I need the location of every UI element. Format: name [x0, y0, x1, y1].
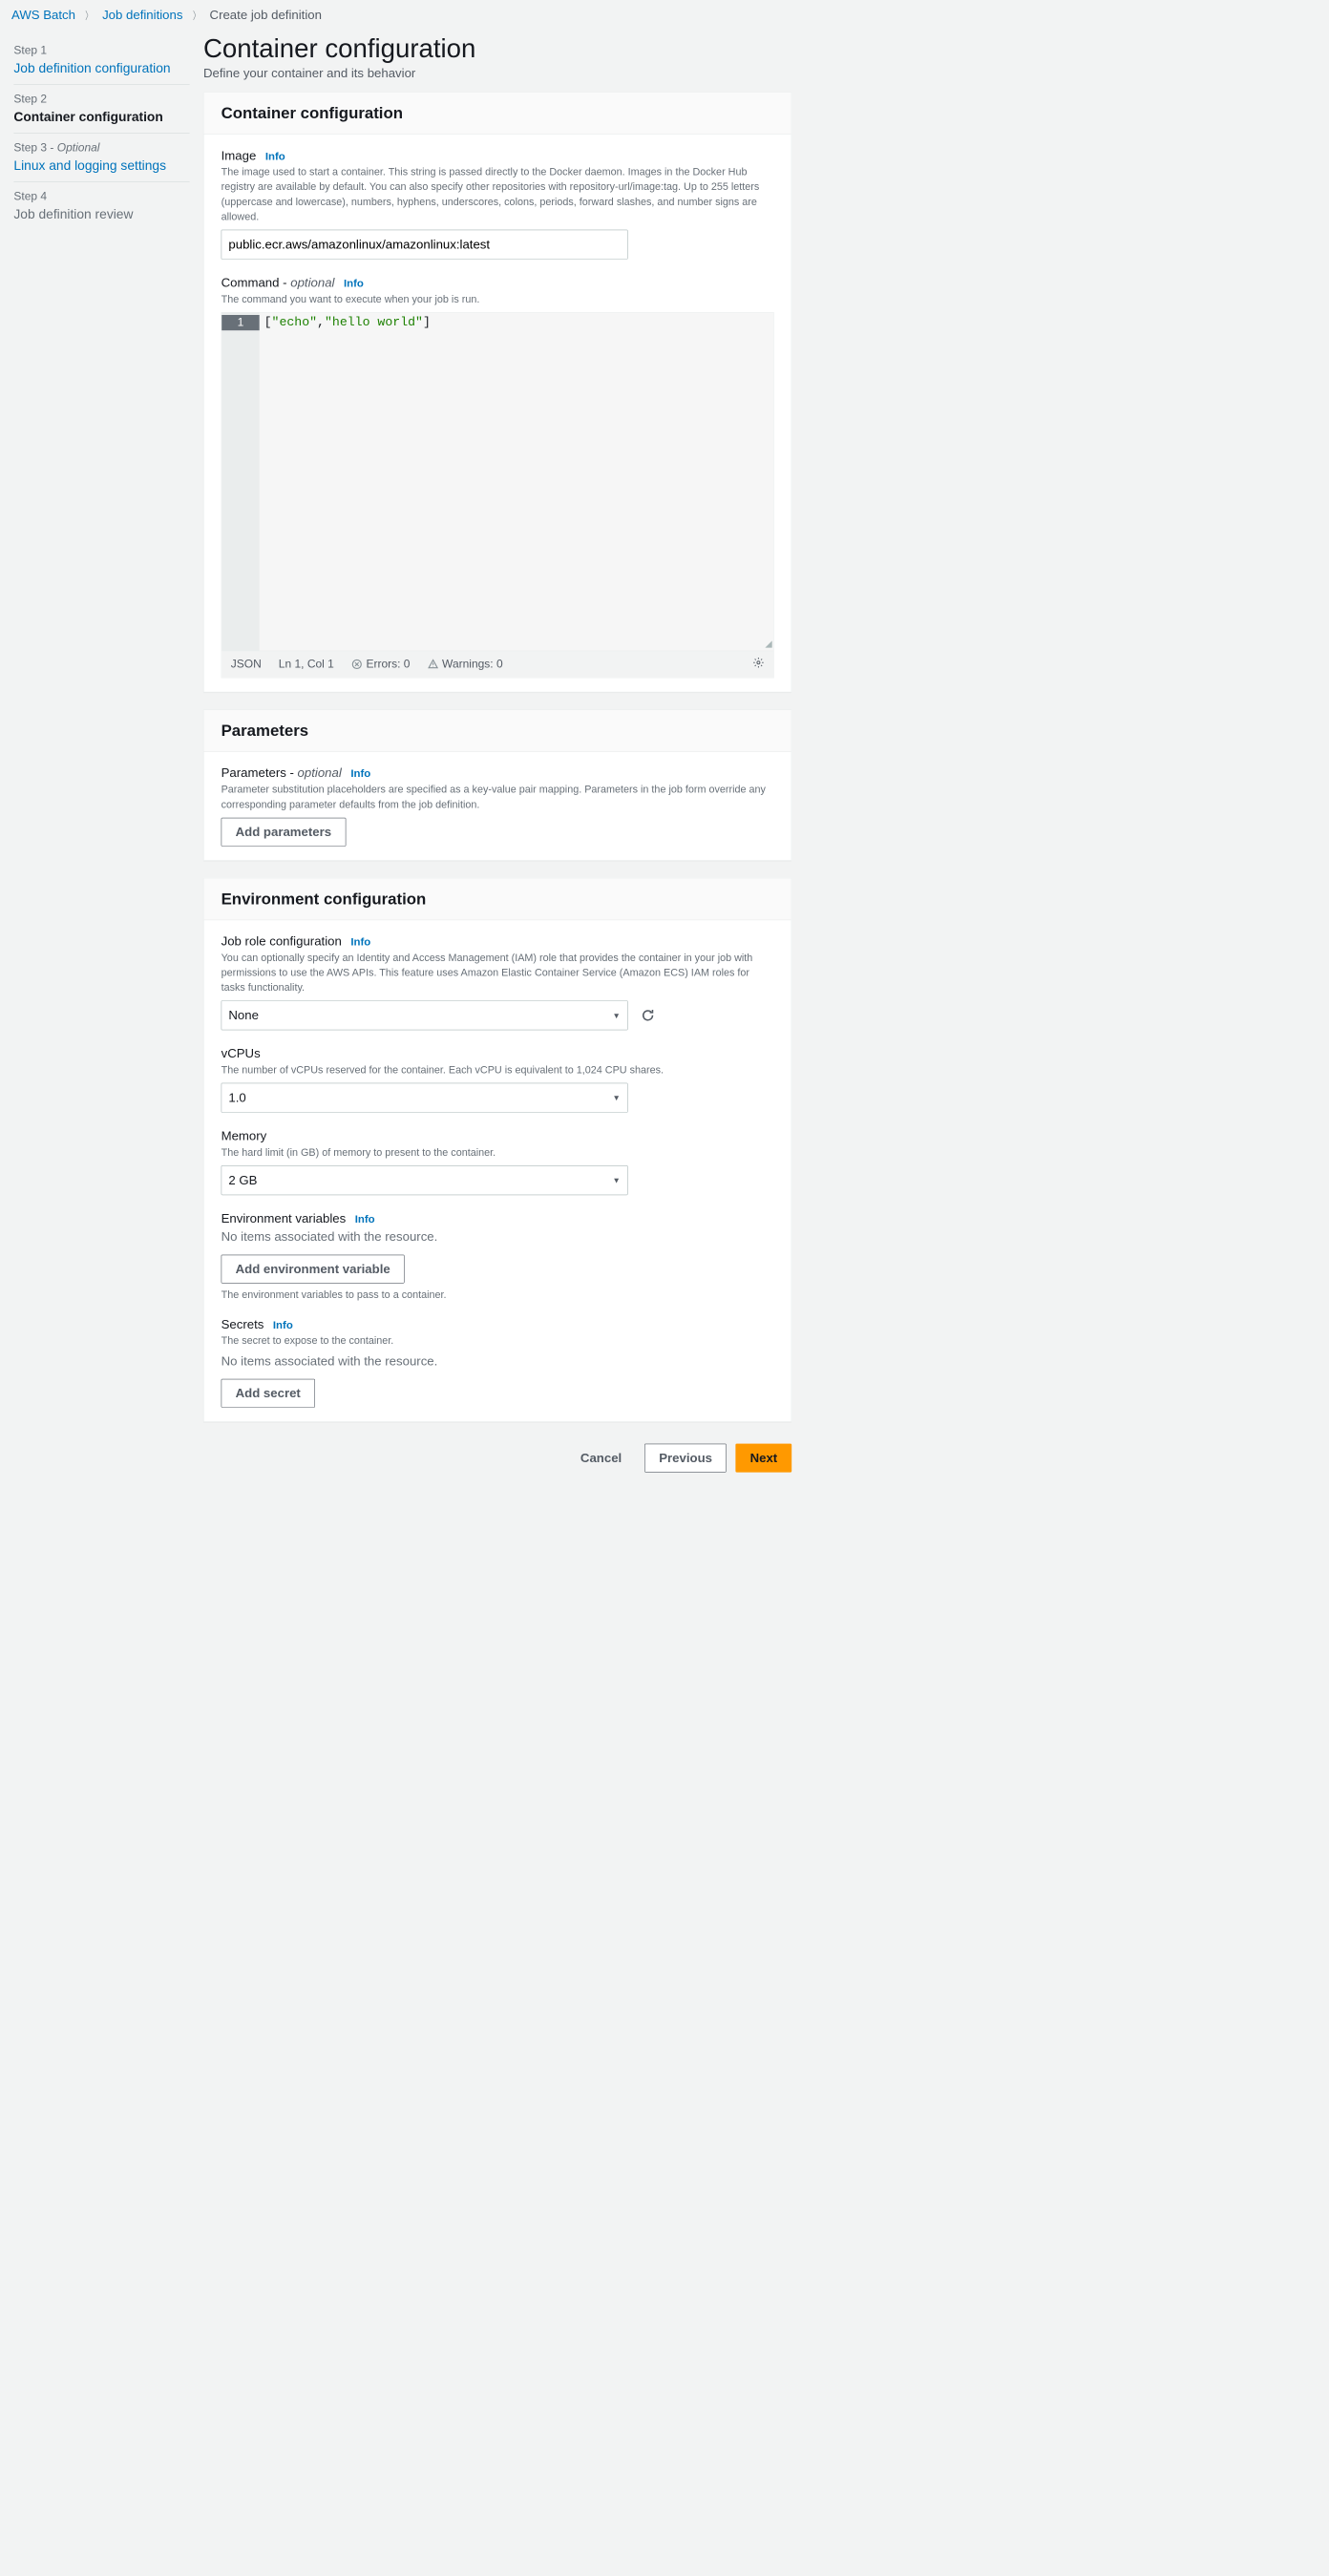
editor-errors: Errors: 0	[351, 658, 411, 671]
panel-parameters: Parameters Parameters - optional Info Pa…	[203, 710, 791, 861]
step-num: Step 4	[13, 190, 189, 203]
field-desc: You can optionally specify an Identity a…	[222, 950, 774, 995]
editor-cursor-pos: Ln 1, Col 1	[279, 658, 334, 671]
field-desc: Parameter substitution placeholders are …	[222, 782, 774, 811]
field-image: Image Info The image used to start a con…	[222, 148, 774, 260]
editor-content[interactable]: ["echo","hello world"] ◢	[260, 313, 773, 651]
field-vcpus: vCPUs The number of vCPUs reserved for t…	[222, 1046, 774, 1113]
info-link[interactable]: Info	[350, 936, 370, 949]
info-link[interactable]: Info	[350, 768, 370, 781]
editor-lang: JSON	[231, 658, 262, 671]
line-number: 1	[222, 315, 260, 330]
caret-down-icon: ▼	[612, 1093, 620, 1102]
previous-button[interactable]: Previous	[644, 1444, 727, 1473]
info-link[interactable]: Info	[265, 151, 285, 163]
panel-container: Container configuration Image Info The i…	[203, 93, 791, 693]
job-role-select[interactable]: None▼	[222, 1000, 628, 1030]
field-label: Image	[222, 148, 257, 162]
step-num: Step 2	[13, 93, 189, 106]
memory-select[interactable]: 2 GB▼	[222, 1165, 628, 1195]
field-parameters: Parameters - optional Info Parameter sub…	[222, 765, 774, 846]
step-link[interactable]: Job definition configuration	[13, 61, 170, 76]
image-input[interactable]	[222, 230, 628, 260]
error-icon	[351, 659, 363, 670]
caret-down-icon: ▼	[612, 1011, 620, 1020]
empty-text: No items associated with the resource.	[222, 1354, 774, 1370]
editor-warnings: Warnings: 0	[427, 658, 502, 671]
step-1: Step 1 Job definition configuration	[13, 36, 189, 85]
field-note: The environment variables to pass to a c…	[222, 1289, 774, 1302]
field-memory: Memory The hard limit (in GB) of memory …	[222, 1129, 774, 1196]
next-button[interactable]: Next	[736, 1444, 792, 1473]
warning-icon	[427, 659, 438, 670]
breadcrumb: AWS Batch 〉 Job definitions 〉 Create job…	[0, 0, 797, 25]
step-title-current: Container configuration	[13, 110, 189, 125]
info-link[interactable]: Info	[344, 278, 364, 290]
step-4: Step 4 Job definition review	[13, 182, 189, 230]
cancel-button[interactable]: Cancel	[567, 1444, 636, 1473]
refresh-icon	[641, 1008, 656, 1023]
panel-environment: Environment configuration Job role confi…	[203, 878, 791, 1422]
caret-down-icon: ▼	[612, 1176, 620, 1185]
panel-title: Parameters	[222, 722, 774, 740]
breadcrumb-current: Create job definition	[210, 8, 322, 22]
add-secret-button[interactable]: Add secret	[222, 1379, 315, 1408]
wizard-steps: Step 1 Job definition configuration Step…	[6, 31, 198, 1477]
field-label: Environment variables	[222, 1211, 347, 1225]
breadcrumb-link[interactable]: AWS Batch	[11, 8, 75, 22]
field-desc: The image used to start a container. Thi…	[222, 164, 774, 224]
page-title: Container configuration	[203, 32, 791, 63]
info-link[interactable]: Info	[355, 1213, 375, 1225]
editor-gutter: 1	[222, 313, 260, 651]
resize-handle-icon[interactable]: ◢	[765, 639, 771, 650]
step-num: Step 1	[13, 44, 189, 57]
step-link[interactable]: Linux and logging settings	[13, 158, 166, 174]
panel-title: Environment configuration	[222, 890, 774, 908]
editor-statusbar: JSON Ln 1, Col 1 Errors: 0 Warnings: 0	[222, 651, 773, 678]
add-env-var-button[interactable]: Add environment variable	[222, 1255, 405, 1284]
field-label: Secrets	[222, 1317, 264, 1331]
field-job-role: Job role configuration Info You can opti…	[222, 933, 774, 1030]
field-desc: The hard limit (in GB) of memory to pres…	[222, 1144, 774, 1160]
empty-text: No items associated with the resource.	[222, 1229, 774, 1245]
chevron-right-icon: 〉	[85, 8, 93, 23]
field-desc: The number of vCPUs reserved for the con…	[222, 1062, 774, 1078]
add-parameters-button[interactable]: Add parameters	[222, 818, 347, 847]
gear-icon	[752, 657, 764, 668]
breadcrumb-link[interactable]: Job definitions	[102, 8, 182, 22]
vcpus-select[interactable]: 1.0▼	[222, 1083, 628, 1113]
refresh-button[interactable]	[640, 1007, 657, 1024]
field-label: Memory	[222, 1129, 267, 1143]
wizard-footer: Cancel Previous Next	[203, 1439, 791, 1477]
field-secrets: Secrets Info The secret to expose to the…	[222, 1317, 774, 1408]
step-3: Step 3 - Optional Linux and logging sett…	[13, 134, 189, 182]
field-label: Command - optional	[222, 276, 335, 290]
step-num: Step 3 - Optional	[13, 141, 189, 155]
field-label: Job role configuration	[222, 933, 342, 948]
field-env-vars: Environment variables Info No items asso…	[222, 1211, 774, 1301]
chevron-right-icon: 〉	[193, 8, 200, 23]
panel-title: Container configuration	[222, 104, 774, 122]
field-label: Parameters - optional	[222, 765, 342, 780]
step-title: Job definition review	[13, 207, 189, 222]
page-subtitle: Define your container and its behavior	[203, 66, 791, 81]
field-label: vCPUs	[222, 1046, 261, 1060]
field-command: Command - optional Info The command you …	[222, 276, 774, 679]
info-link[interactable]: Info	[273, 1319, 293, 1331]
field-desc: The command you want to execute when you…	[222, 292, 774, 307]
field-desc: The secret to expose to the container.	[222, 1333, 774, 1349]
step-2: Step 2 Container configuration	[13, 85, 189, 134]
editor-settings-button[interactable]	[752, 657, 764, 672]
command-editor[interactable]: 1 ["echo","hello world"] ◢ JSON Ln 1, Co…	[222, 312, 774, 678]
